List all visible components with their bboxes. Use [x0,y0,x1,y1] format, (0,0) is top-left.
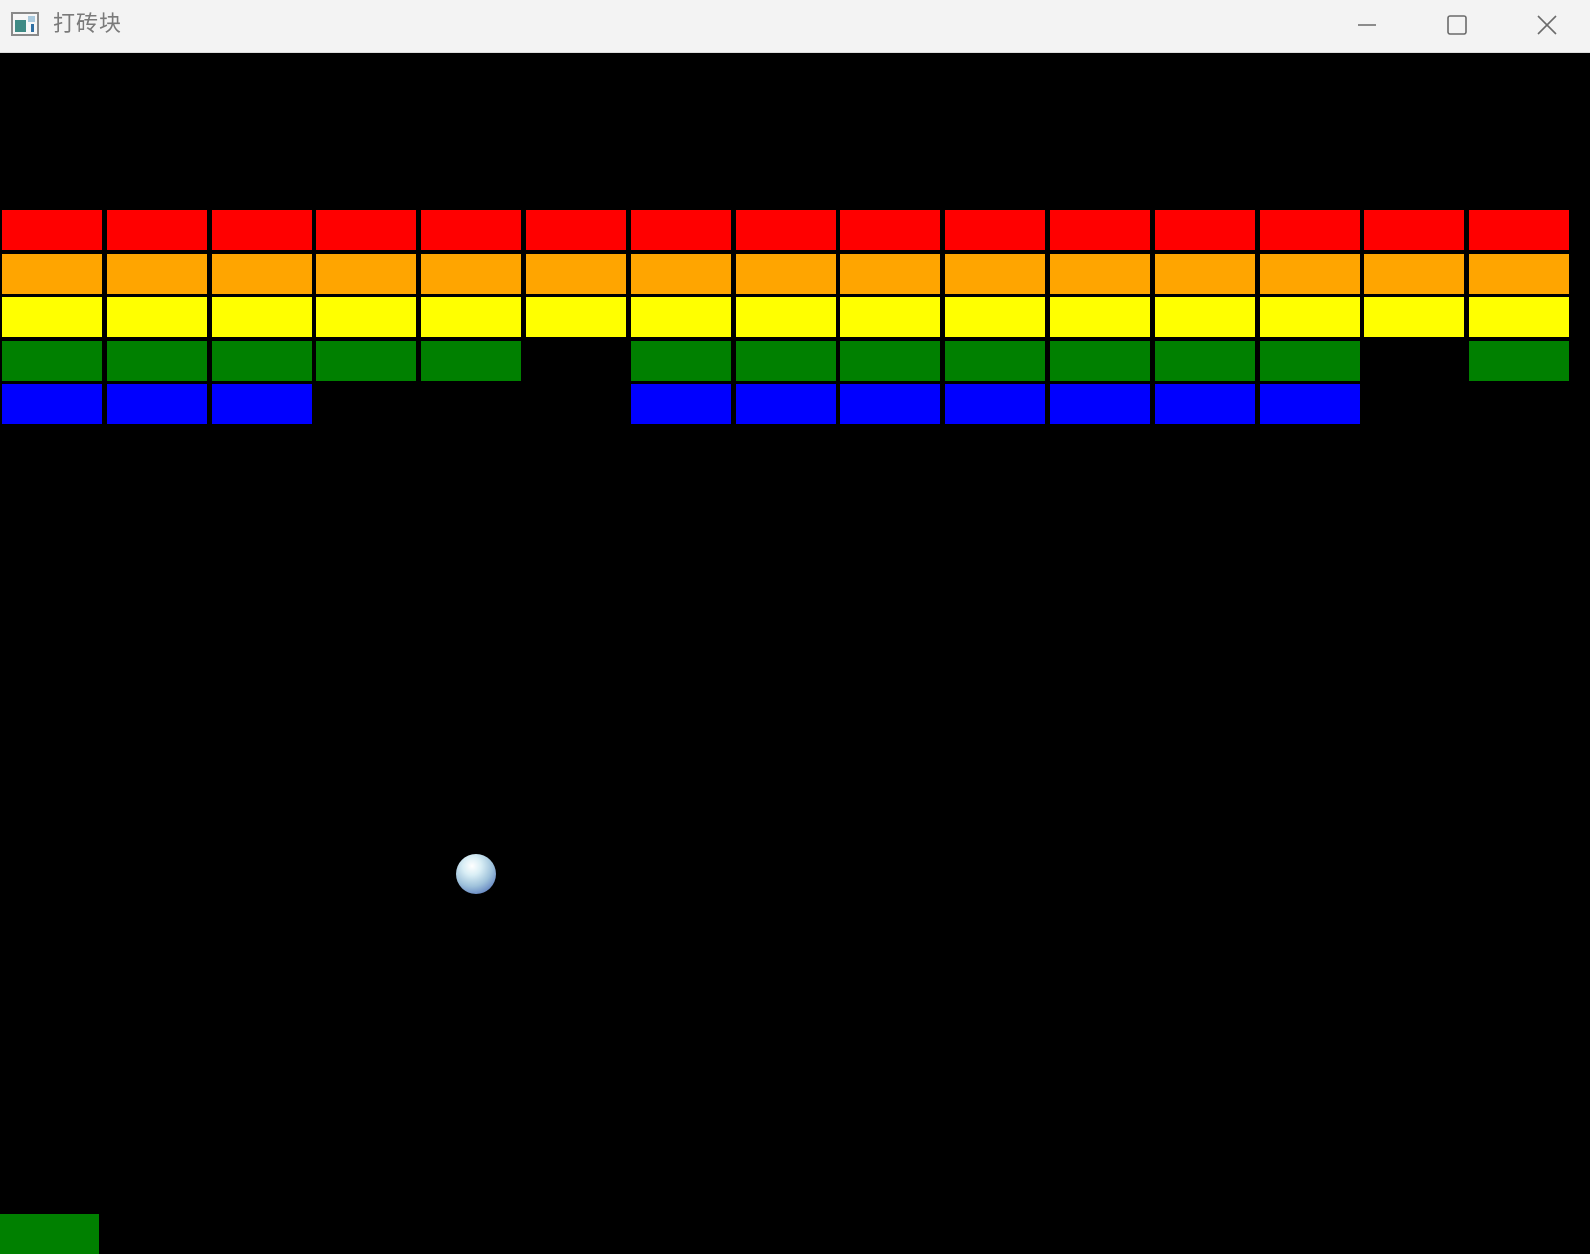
brick [631,210,731,250]
app-window-icon [11,12,39,36]
brick [107,341,207,381]
game-board[interactable] [0,53,1590,1254]
brick [840,254,940,294]
minimize-button[interactable] [1322,0,1412,50]
brick [945,297,1045,337]
maximize-icon [1447,15,1467,35]
brick [2,341,102,381]
brick [1155,384,1255,424]
brick [736,210,836,250]
brick [316,297,416,337]
brick [631,297,731,337]
brick [421,210,521,250]
brick [526,297,626,337]
minimize-icon [1358,24,1376,26]
brick [945,341,1045,381]
brick [1155,297,1255,337]
brick [2,297,102,337]
brick [421,341,521,381]
brick [945,254,1045,294]
title-bar[interactable]: 打砖块 [0,0,1590,53]
brick [945,384,1045,424]
brick [736,341,836,381]
brick [212,341,312,381]
brick [631,384,731,424]
brick [212,297,312,337]
brick [840,341,940,381]
brick [107,254,207,294]
brick [1050,254,1150,294]
brick [840,384,940,424]
brick [2,384,102,424]
brick [212,254,312,294]
paddle[interactable] [0,1214,99,1254]
game-window: 打砖块 [0,0,1590,1254]
brick [840,210,940,250]
brick [1155,341,1255,381]
brick [840,297,940,337]
brick [2,254,102,294]
brick [212,210,312,250]
brick [1050,297,1150,337]
brick [945,210,1045,250]
window-title: 打砖块 [53,12,123,37]
brick [736,297,836,337]
brick [736,254,836,294]
brick [1469,254,1569,294]
brick [736,384,836,424]
brick [1260,384,1360,424]
brick [316,254,416,294]
brick [526,254,626,294]
ball [456,854,496,894]
brick [1050,384,1150,424]
brick [1469,341,1569,381]
close-button[interactable] [1503,0,1590,50]
brick [1364,210,1464,250]
brick [1469,210,1569,250]
brick [107,384,207,424]
brick [1155,210,1255,250]
brick [1364,254,1464,294]
brick [526,210,626,250]
brick [1364,297,1464,337]
brick [316,210,416,250]
brick [1155,254,1255,294]
brick [107,297,207,337]
brick [1260,210,1360,250]
brick [421,297,521,337]
brick [421,254,521,294]
brick [1260,341,1360,381]
maximize-button[interactable] [1412,0,1502,50]
brick [316,341,416,381]
brick [1050,210,1150,250]
brick [2,210,102,250]
brick [1260,297,1360,337]
brick [631,254,731,294]
brick [1050,341,1150,381]
close-icon [1536,15,1557,35]
brick [212,384,312,424]
brick [1469,297,1569,337]
brick [1260,254,1360,294]
brick [107,210,207,250]
brick [631,341,731,381]
